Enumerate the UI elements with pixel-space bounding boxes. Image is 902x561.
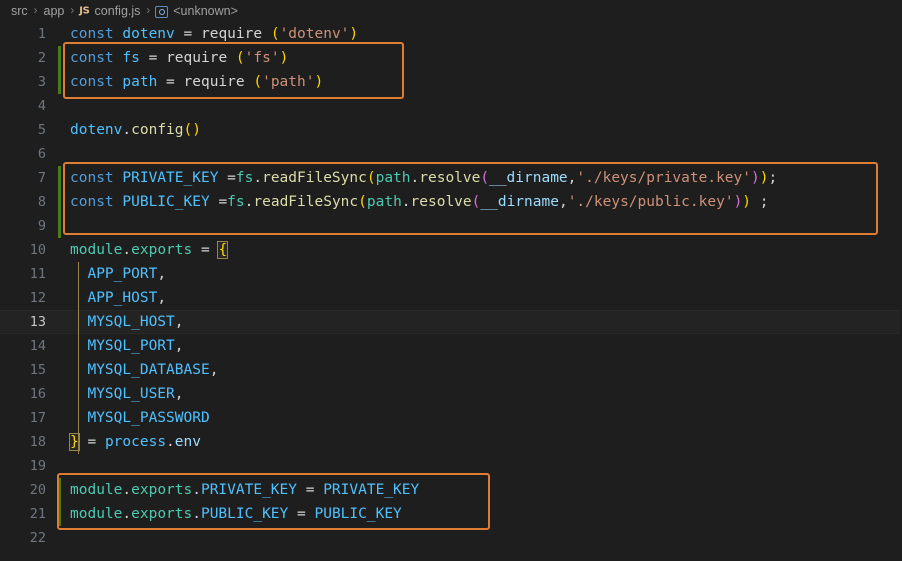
breadcrumb-item-config-js[interactable]: config.js [94, 4, 142, 18]
line-number: 1 [37, 26, 46, 42]
gutter-change-marker [58, 166, 61, 238]
line-number: 10 [29, 242, 46, 258]
line-content: const fs = require ('fs') [70, 50, 289, 66]
code-line[interactable]: 21 module.exports.PUBLIC_KEY = PUBLIC_KE… [0, 502, 902, 526]
line-number: 9 [37, 218, 46, 234]
line-number: 18 [29, 434, 46, 450]
line-number: 12 [29, 290, 46, 306]
code-line[interactable]: 7 const PRIVATE_KEY =fs.readFileSync(pat… [0, 166, 902, 190]
line-content: const path = require ('path') [70, 74, 324, 90]
line-number: 4 [37, 98, 46, 114]
line-number: 6 [37, 146, 46, 162]
indent-guide [78, 262, 79, 454]
code-line[interactable]: 11 APP_PORT, [0, 262, 902, 286]
line-number: 13 [29, 314, 46, 330]
line-number: 8 [37, 194, 46, 210]
breadcrumb-item-unknown-symbol[interactable]: <unknown> [172, 4, 239, 18]
gutter-change-marker [58, 46, 61, 94]
line-number: 5 [37, 122, 46, 138]
line-number: 19 [29, 458, 46, 474]
line-content: dotenv.config() [70, 122, 201, 138]
line-content: module.exports = { [70, 241, 229, 259]
vscode-editor-window: src › app › JS config.js › <unknown> 1 c… [0, 0, 902, 561]
line-content: } = process.env [69, 433, 201, 451]
code-line[interactable]: 8 const PUBLIC_KEY =fs.readFileSync(path… [0, 190, 902, 214]
line-content: const PUBLIC_KEY =fs.readFileSync(path.r… [70, 194, 769, 210]
code-line-active[interactable]: 13 MYSQL_HOST, [0, 310, 900, 334]
code-line[interactable]: 4 [0, 94, 902, 118]
symbol-misc-icon [155, 6, 169, 18]
code-line[interactable]: 18 } = process.env [0, 430, 902, 454]
gutter-change-marker [58, 478, 61, 526]
code-line[interactable]: 10 module.exports = { [0, 238, 902, 262]
code-line[interactable]: 14 MYSQL_PORT, [0, 334, 902, 358]
line-content: MYSQL_PASSWORD [87, 410, 210, 426]
line-content: MYSQL_HOST, [87, 314, 184, 330]
line-number: 15 [29, 362, 46, 378]
js-file-icon: JS [79, 5, 90, 16]
line-number: 16 [29, 386, 46, 402]
breadcrumb-item-src[interactable]: src [10, 4, 29, 18]
code-line[interactable]: 12 APP_HOST, [0, 286, 902, 310]
line-content: const PRIVATE_KEY =fs.readFileSync(path.… [70, 170, 778, 186]
code-line[interactable]: 6 [0, 142, 902, 166]
code-line[interactable]: 9 [0, 214, 902, 238]
line-content: module.exports.PRIVATE_KEY = PRIVATE_KEY [70, 482, 420, 498]
line-content: APP_HOST, [87, 290, 167, 306]
breadcrumb-separator-icon: › [33, 5, 38, 17]
line-content: module.exports.PUBLIC_KEY = PUBLIC_KEY [70, 506, 402, 522]
line-number: 14 [29, 338, 46, 354]
code-line[interactable]: 16 MYSQL_USER, [0, 382, 902, 406]
line-number: 21 [29, 506, 46, 522]
code-editor-area[interactable]: 1 const dotenv = require ('dotenv') 2 co… [0, 22, 902, 561]
line-content: MYSQL_DATABASE, [87, 362, 219, 378]
code-line[interactable]: 20 module.exports.PRIVATE_KEY = PRIVATE_… [0, 478, 902, 502]
line-number: 17 [29, 410, 46, 426]
code-line[interactable]: 2 const fs = require ('fs') [0, 46, 902, 70]
line-number: 7 [37, 170, 46, 186]
code-line[interactable]: 3 const path = require ('path') [0, 70, 902, 94]
line-number: 20 [29, 482, 46, 498]
code-line[interactable]: 15 MYSQL_DATABASE, [0, 358, 902, 382]
line-content: APP_PORT, [87, 266, 167, 282]
line-number: 2 [37, 50, 46, 66]
code-line[interactable]: 19 [0, 454, 902, 478]
line-number: 22 [29, 530, 46, 546]
breadcrumb-separator-icon: › [70, 5, 75, 17]
line-content: MYSQL_USER, [87, 386, 184, 402]
breadcrumb-item-app[interactable]: app [43, 4, 66, 18]
line-content: MYSQL_PORT, [87, 338, 184, 354]
line-number: 3 [37, 74, 46, 90]
code-line[interactable]: 17 MYSQL_PASSWORD [0, 406, 902, 430]
breadcrumb: src › app › JS config.js › <unknown> [0, 0, 902, 22]
code-line[interactable]: 1 const dotenv = require ('dotenv') [0, 22, 902, 46]
breadcrumb-separator-icon: › [146, 5, 151, 17]
code-line[interactable]: 22 [0, 526, 902, 550]
line-number: 11 [29, 266, 46, 282]
code-line[interactable]: 5 dotenv.config() [0, 118, 902, 142]
line-content: const dotenv = require ('dotenv') [70, 26, 359, 44]
